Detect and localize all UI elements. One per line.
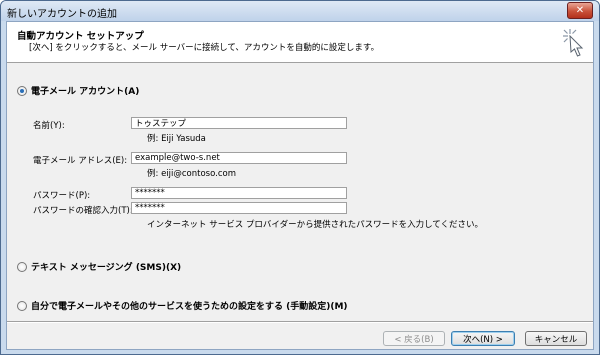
wizard-subtitle: [次へ] をクリックすると、メール サーバーに接続して、アカウントを自動的に設定…	[29, 43, 380, 53]
dialog-body: 自動アカウント セットアップ [次へ] をクリックすると、メール サーバーに接続…	[6, 21, 594, 350]
dialog-window: 新しいアカウントの追加 ✕ 自動アカウント セットアップ [次へ] をクリックす…	[0, 0, 600, 355]
email-label: 電子メール アドレス(E):	[33, 156, 128, 166]
email-hint: 例: eiji@contoso.com	[147, 169, 237, 179]
wizard-header: 自動アカウント セットアップ [次へ] をクリックすると、メール サーバーに接続…	[7, 22, 593, 63]
sparkle-cursor-icon	[563, 29, 584, 57]
radio-sms-label: テキスト メッセージング (SMS)(X)	[31, 263, 182, 273]
close-button[interactable]: ✕	[567, 2, 593, 19]
name-hint: 例: Eiji Yasuda	[147, 134, 206, 144]
wizard-title: 自動アカウント セットアップ	[17, 31, 144, 42]
radio-indicator[interactable]	[17, 85, 27, 96]
name-field[interactable]	[131, 117, 347, 129]
window-title: 新しいアカウントの追加	[7, 9, 117, 20]
password-hint: インターネット サービス プロバイダーから提供されたパスワードを入力してください…	[147, 220, 484, 230]
cancel-button[interactable]: キャンセル	[525, 331, 587, 346]
footer-divider	[7, 321, 593, 323]
email-field[interactable]	[131, 152, 347, 164]
name-label: 名前(Y):	[33, 121, 65, 131]
next-button[interactable]: 次へ(N) >	[451, 331, 515, 346]
close-icon: ✕	[575, 5, 585, 16]
radio-indicator[interactable]	[17, 300, 27, 311]
password-label: パスワード(P):	[33, 191, 91, 201]
confirm-password-field[interactable]	[131, 202, 347, 214]
radio-indicator[interactable]	[17, 261, 27, 272]
radio-sms[interactable]: テキスト メッセージング (SMS)(X)	[17, 260, 181, 273]
radio-manual-setup-label: 自分で電子メールやその他のサービスを使うための設定をする (手動設定)(M)	[31, 302, 348, 312]
password-field[interactable]	[131, 187, 347, 199]
title-bar: 新しいアカウントの追加 ✕	[1, 1, 599, 21]
confirm-password-label: パスワードの確認入力(T):	[33, 206, 133, 216]
back-button[interactable]: < 戻る(B)	[383, 331, 445, 346]
radio-email-account-label: 電子メール アカウント(A)	[31, 87, 140, 97]
radio-email-account[interactable]: 電子メール アカウント(A)	[17, 84, 139, 97]
radio-manual-setup[interactable]: 自分で電子メールやその他のサービスを使うための設定をする (手動設定)(M)	[17, 299, 348, 312]
